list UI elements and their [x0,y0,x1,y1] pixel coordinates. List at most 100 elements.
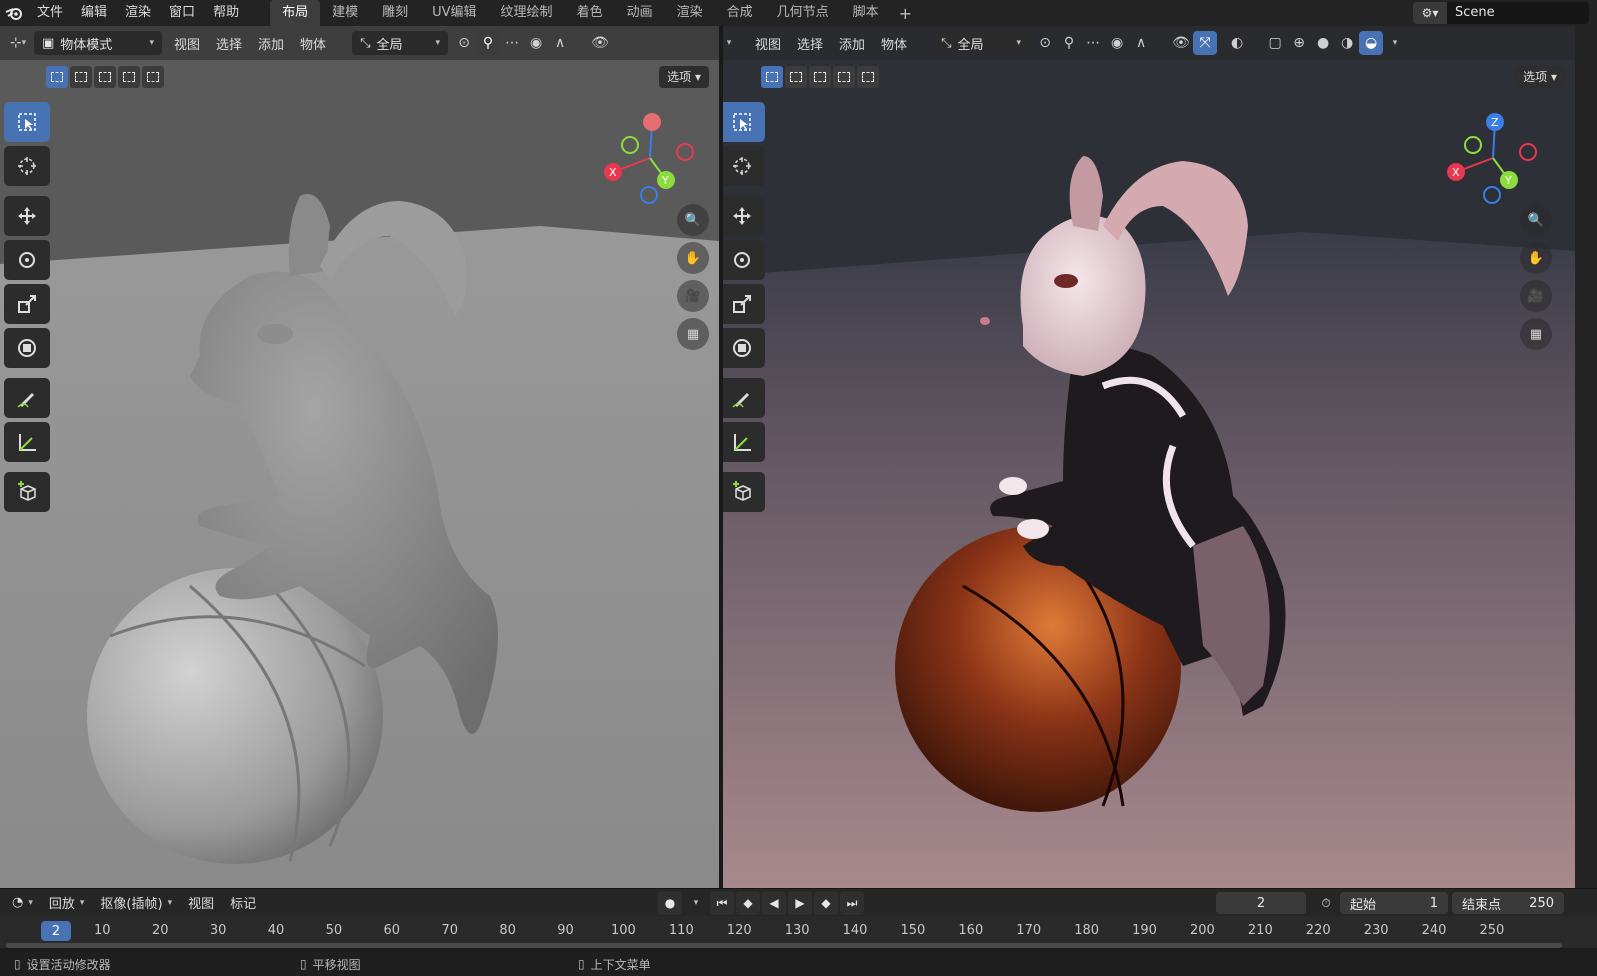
current-frame-field[interactable]: 2 [1216,892,1306,914]
tab-rendering[interactable]: 渲染 [665,0,715,26]
shading-options-icon[interactable]: ▾ [1383,31,1407,55]
solid-shading-icon[interactable]: ● [1311,31,1335,55]
scene-icon[interactable]: ⚙▾ [1413,2,1447,24]
options-dropdown[interactable]: 选项 ▾ [659,66,709,88]
rotate-tool-icon[interactable] [723,240,765,280]
annotate-tool-icon[interactable] [4,378,50,418]
select-box-tool-icon[interactable] [723,102,765,142]
scale-tool-icon[interactable] [723,284,765,324]
navigation-gizmo[interactable]: X Y [600,100,710,210]
scene-name[interactable]: Scene [1447,2,1589,24]
cursor-tool-icon[interactable] [723,146,765,186]
select-extend-icon[interactable] [70,66,92,88]
transform-orientation-select[interactable]: ⤡ 全局 ▾ [933,31,1030,55]
select-intersect-icon[interactable] [142,66,164,88]
tab-texture-paint[interactable]: 纹理绘制 [489,0,565,26]
rotate-tool-icon[interactable] [4,240,50,280]
scale-tool-icon[interactable] [4,284,50,324]
transform-orientation-select[interactable]: ⤡ 全局 ▾ [352,31,449,55]
transform-tool-icon[interactable] [723,328,765,368]
scene-selector[interactable]: ⚙▾ Scene [1413,2,1589,24]
gizmo-toggle-icon[interactable]: ⤧ [1193,31,1218,55]
camera-icon[interactable]: 🎥 [1520,280,1552,312]
select-new-icon[interactable] [46,66,68,88]
playhead-frame-indicator[interactable]: 2 [41,921,71,941]
zoom-icon[interactable]: 🔍 [1520,204,1552,236]
tab-animation[interactable]: 动画 [615,0,665,26]
gizmo-neg-y-icon[interactable] [621,136,639,154]
tab-layout[interactable]: 布局 [270,0,321,26]
menu-window[interactable]: 窗口 [160,0,204,26]
auto-keying-icon[interactable]: ● [658,891,682,915]
editor-type-icon[interactable]: ⊹ ▾ [6,31,30,55]
gizmo-neg-x-icon[interactable] [676,143,694,161]
transform-tool-icon[interactable] [4,328,50,368]
snap-target-icon[interactable]: ⋯ [500,31,524,55]
menu-select[interactable]: 选择 [208,31,250,55]
material-shading-icon[interactable]: ◑ [1335,31,1359,55]
play-reverse-icon[interactable]: ◀ [762,891,786,915]
options-dropdown[interactable]: 选项 ▾ [1515,66,1565,88]
timeline-scrollbar[interactable] [6,943,1562,948]
snap-icon[interactable]: ⚲ [1057,31,1081,55]
select-difference-icon[interactable] [118,66,140,88]
properties-tab-strip[interactable] [1575,26,1597,888]
select-new-icon[interactable] [761,66,783,88]
pan-hand-icon[interactable]: ✋ [677,242,709,274]
left-viewport[interactable]: ⊹ ▾ ▣ 物体模式 ▾ 视图 选择 添加 物体 ⤡ 全局 ▾ ⊙ ⚲ ⋯ ◉ ∧… [0,26,719,888]
tab-scripting[interactable]: 脚本 [841,0,891,26]
play-icon[interactable]: ▶ [788,891,812,915]
tab-geometry-nodes[interactable]: 几何节点 [765,0,841,26]
navigation-gizmo[interactable]: X Y Z [1443,100,1553,210]
menu-view[interactable]: 视图 [166,31,208,55]
pivot-icon[interactable]: ⊙ [1033,31,1057,55]
stopwatch-icon[interactable]: ⏱ [1314,891,1338,915]
gizmo-neg-z-icon[interactable] [1483,186,1501,204]
cursor-tool-icon[interactable] [4,146,50,186]
menu-render[interactable]: 渲染 [116,0,160,26]
jump-end-icon[interactable]: ⏭ [840,891,864,915]
select-box-tool-icon[interactable] [4,102,50,142]
measure-tool-icon[interactable] [723,422,765,462]
gizmo-neg-x-icon[interactable] [1519,143,1537,161]
camera-icon[interactable]: 🎥 [677,280,709,312]
timeline-editor-icon[interactable]: ◔ ▾ [4,895,41,910]
tab-modeling[interactable]: 建模 [320,0,370,26]
grid-ortho-icon[interactable]: ▦ [677,318,709,350]
tab-sculpting[interactable]: 雕刻 [370,0,420,26]
timeline-view-menu[interactable]: 视图 [180,893,222,912]
menu-object[interactable]: 物体 [292,31,334,55]
overlay-icon[interactable]: ◐ [1225,31,1249,55]
gizmo-z-icon[interactable] [643,113,661,131]
jump-start-icon[interactable]: ⏮ [710,891,734,915]
visibility-icon[interactable]: 👁 [588,31,612,55]
menu-add[interactable]: 添加 [831,31,873,55]
keying-set-chevron-icon[interactable]: ▾ [684,891,708,915]
next-keyframe-icon[interactable]: ◆ [814,891,838,915]
move-tool-icon[interactable] [723,196,765,236]
prev-keyframe-icon[interactable]: ◆ [736,891,760,915]
menu-object[interactable]: 物体 [873,31,915,55]
add-workspace-icon[interactable]: + [891,4,920,23]
add-cube-tool-icon[interactable] [723,472,765,512]
right-viewport[interactable]: ▾ 视图 选择 添加 物体 ⤡ 全局 ▾ ⊙ ⚲ ⋯ ◉ ∧ 👁 ⤧ ◐ ▢ ⊕… [723,26,1575,888]
zoom-icon[interactable]: 🔍 [677,204,709,236]
move-tool-icon[interactable] [4,196,50,236]
select-intersect-icon[interactable] [857,66,879,88]
tab-shading[interactable]: 着色 [565,0,615,26]
timeline-marker-menu[interactable]: 标记 [222,893,264,912]
gizmo-neg-y-icon[interactable] [1464,136,1482,154]
mode-select[interactable]: ▣ 物体模式 ▾ [34,31,162,55]
select-difference-icon[interactable] [833,66,855,88]
proportional-edit-icon[interactable]: ◉ [1105,31,1129,55]
grid-ortho-icon[interactable]: ▦ [1520,318,1552,350]
playback-menu[interactable]: 回放 ▾ [41,893,93,912]
tab-uv-editing[interactable]: UV编辑 [420,0,488,26]
falloff-icon[interactable]: ∧ [548,31,572,55]
select-subtract-icon[interactable] [94,66,116,88]
snap-target-icon[interactable]: ⋯ [1081,31,1105,55]
falloff-icon[interactable]: ∧ [1129,31,1153,55]
menu-edit[interactable]: 编辑 [72,0,116,26]
add-cube-tool-icon[interactable] [4,472,50,512]
wireframe-shading-icon[interactable]: ⊕ [1287,31,1311,55]
